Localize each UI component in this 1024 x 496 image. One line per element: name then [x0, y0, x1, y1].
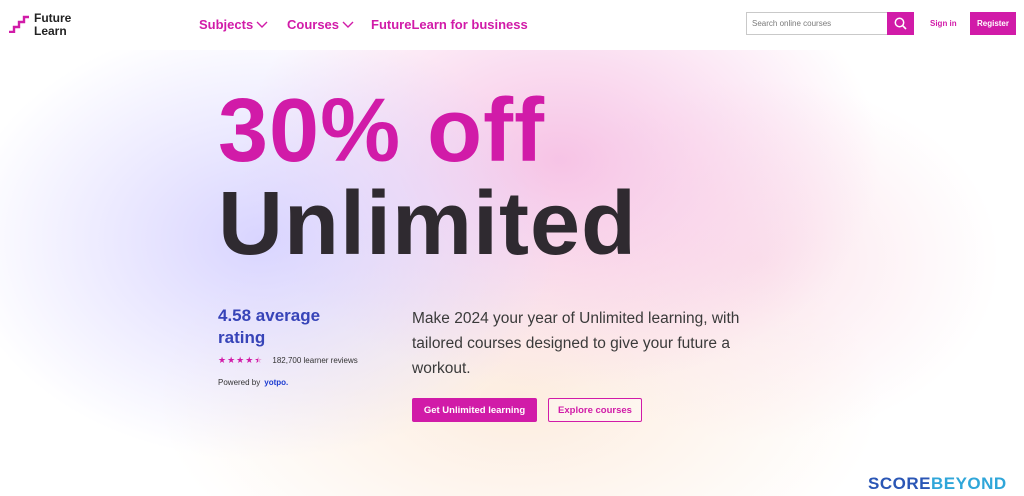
- register-button[interactable]: Register: [970, 12, 1016, 35]
- powered-by: Powered by yotpo.: [218, 378, 288, 387]
- chevron-down-icon: [256, 21, 268, 28]
- search-icon: [894, 17, 907, 30]
- scorebeyond-watermark: SCOREBEYOND: [868, 474, 1007, 494]
- nav-business[interactable]: FutureLearn for business: [371, 17, 528, 32]
- signin-link[interactable]: Sign in: [930, 19, 957, 28]
- nav-subjects-label: Subjects: [199, 17, 254, 32]
- watermark-part2: BEYOND: [930, 474, 1007, 493]
- yotpo-logo[interactable]: yotpo.: [264, 378, 288, 387]
- star-icon: ★: [227, 355, 236, 365]
- nav-business-label: FutureLearn for business: [371, 17, 528, 32]
- half-star-icon: ★: [254, 355, 263, 365]
- star-icon: ★: [236, 355, 245, 365]
- search-box: [746, 12, 914, 35]
- logo-text: Future Learn: [34, 11, 72, 38]
- star-icon: ★: [245, 355, 254, 365]
- nav-courses[interactable]: Courses: [287, 17, 354, 32]
- search-input[interactable]: [747, 13, 887, 34]
- hero-description: Make 2024 your year of Unlimited learnin…: [412, 310, 740, 377]
- watermark-part1: SCORE: [868, 474, 931, 493]
- futurelearn-logo[interactable]: Future Learn: [8, 11, 78, 39]
- hero-headline-product: Unlimited: [218, 174, 638, 274]
- chevron-down-icon: [342, 21, 354, 28]
- search-button[interactable]: [887, 12, 914, 35]
- get-unlimited-button[interactable]: Get Unlimited learning: [412, 398, 537, 422]
- review-count: 182,700 learner reviews: [272, 355, 358, 365]
- top-navigation: Future Learn Subjects Courses FutureLear…: [0, 0, 1024, 50]
- hero-headline-discount: 30% off: [218, 81, 546, 181]
- powered-by-label: Powered by: [218, 378, 261, 387]
- explore-courses-button[interactable]: Explore courses: [548, 398, 642, 422]
- nav-subjects[interactable]: Subjects: [199, 17, 268, 32]
- rating-title: 4.58 average rating: [218, 306, 321, 347]
- star-rating: ★ ★ ★ ★ ★: [218, 355, 262, 365]
- rating-stars-row: ★ ★ ★ ★ ★ 182,700 learner reviews: [218, 355, 358, 365]
- star-icon: ★: [218, 355, 227, 365]
- logo-steps-icon: [9, 15, 29, 33]
- hero-section: 30% off Unlimited 4.58 average rating ★ …: [0, 50, 1024, 496]
- nav-courses-label: Courses: [287, 17, 340, 32]
